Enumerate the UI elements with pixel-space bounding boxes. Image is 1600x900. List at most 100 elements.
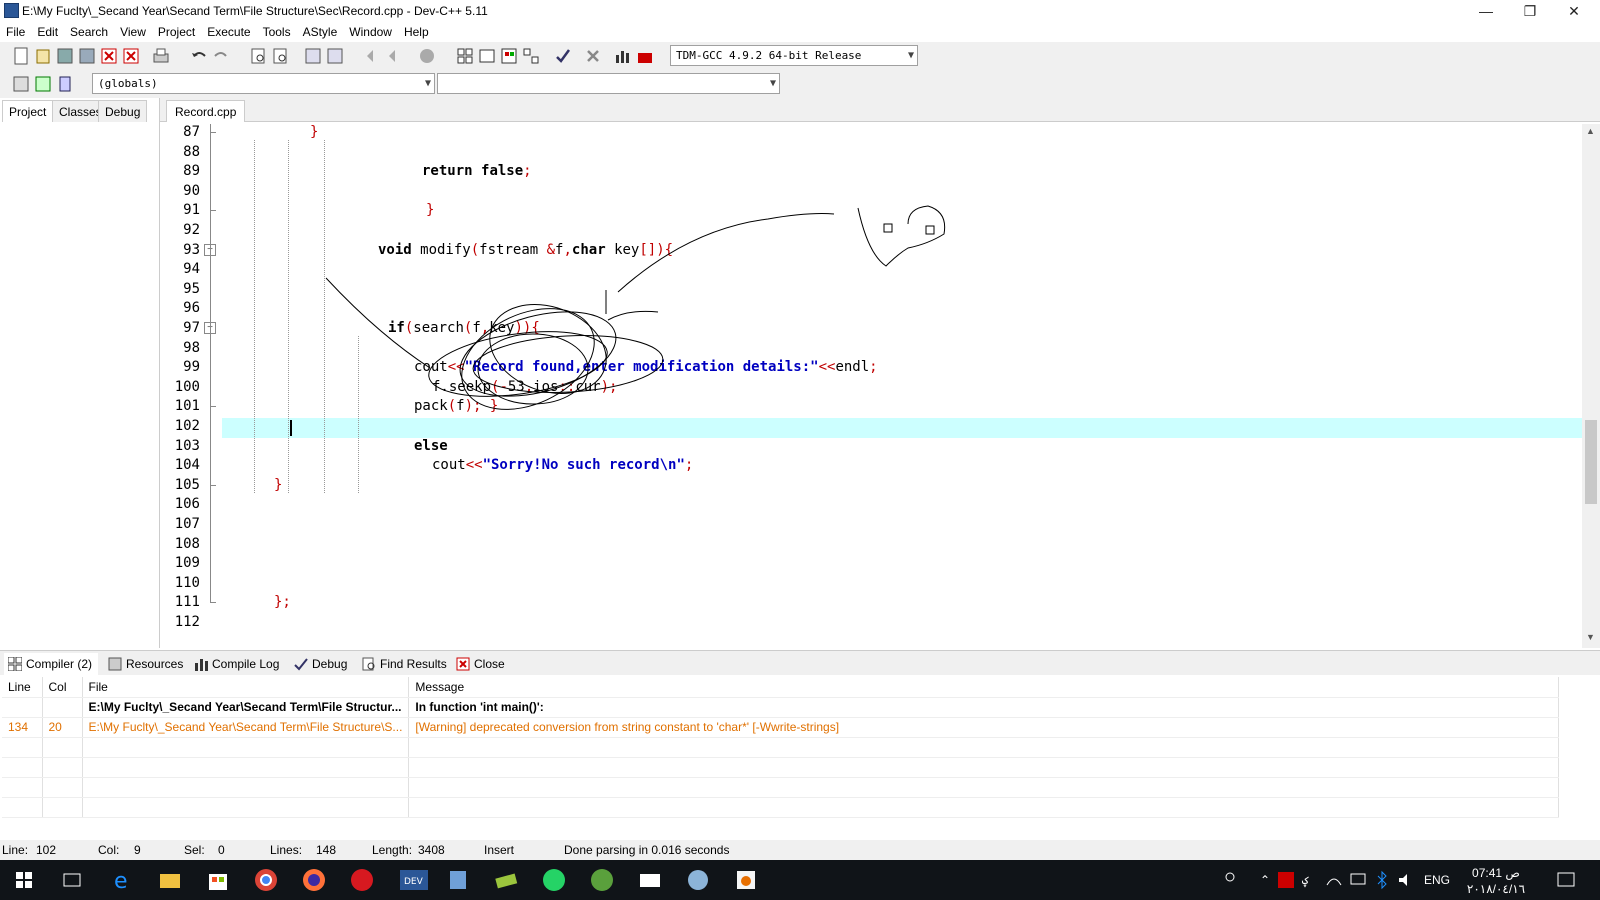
goto-declaration-icon[interactable] (56, 75, 74, 93)
devcpp-taskbar-icon[interactable]: DEV (396, 866, 436, 894)
open-file-icon[interactable] (34, 47, 52, 65)
close-file-icon[interactable] (100, 47, 118, 65)
whatsapp-icon[interactable] (540, 866, 568, 894)
tray-volume-icon[interactable] (1396, 870, 1416, 890)
notifications-icon[interactable] (1552, 866, 1580, 894)
new-file-icon[interactable] (12, 47, 30, 65)
goto-bookmark-icon[interactable] (386, 47, 404, 65)
cell-line: 134 (2, 717, 43, 738)
save-icon[interactable] (56, 47, 74, 65)
menu-help[interactable]: Help (398, 22, 435, 42)
tray-wifi-icon[interactable] (1324, 870, 1344, 890)
save-all-icon[interactable] (78, 47, 96, 65)
close-all-icon[interactable] (122, 47, 140, 65)
tab-find-results[interactable]: Find Results (358, 653, 447, 675)
col-file-header[interactable]: File (82, 677, 410, 698)
scroll-up-icon[interactable]: ▲ (1586, 126, 1595, 136)
tray-language[interactable]: ENG (1424, 860, 1450, 900)
firefox-icon[interactable] (300, 866, 328, 894)
table-row[interactable]: 134 20 E:\My Fuclty\_Secand Year\Secand … (2, 717, 1560, 738)
menu-execute[interactable]: Execute (201, 22, 256, 42)
tray-antivirus-icon[interactable] (1276, 870, 1296, 890)
indent-icon[interactable] (304, 47, 322, 65)
tray-ime-icon[interactable]: ؼ (1300, 870, 1320, 890)
people-icon[interactable] (1216, 866, 1244, 894)
android-app-icon[interactable] (588, 866, 616, 894)
window-title: E:\My Fuclty\_Secand Year\Secand Term\Fi… (22, 4, 488, 18)
profile-chart-icon[interactable] (614, 47, 632, 65)
tab-debug-output[interactable]: Debug (290, 653, 347, 675)
scroll-down-icon[interactable]: ▼ (1586, 632, 1595, 642)
status-length: 3408 (418, 843, 445, 857)
java-icon[interactable] (732, 866, 760, 894)
close-window-button[interactable]: ✕ (1552, 0, 1596, 22)
chrome-icon[interactable] (252, 866, 280, 894)
tab-compiler-label: Compiler (2) (26, 657, 93, 671)
insert-icon[interactable] (12, 75, 30, 93)
menu-project[interactable]: Project (152, 22, 201, 42)
find-icon[interactable] (250, 47, 268, 65)
task-view-icon[interactable] (58, 866, 86, 894)
tab-record-cpp[interactable]: Record.cpp (166, 100, 246, 122)
syntax-check-icon[interactable] (554, 47, 572, 65)
windows-start-icon[interactable] (10, 866, 38, 894)
minimize-button[interactable]: — (1464, 0, 1508, 22)
compiler-select[interactable]: TDM-GCC 4.9.2 64-bit Release ▼ (670, 45, 918, 66)
menu-tools[interactable]: Tools (257, 22, 297, 42)
col-message-header[interactable]: Message (408, 677, 1560, 698)
tab-resources[interactable]: Resources (104, 653, 183, 675)
col-line-header[interactable]: Line (2, 677, 43, 698)
member-select[interactable]: ▼ (437, 73, 780, 94)
stop-icon[interactable] (418, 47, 436, 65)
menu-window[interactable]: Window (343, 22, 398, 42)
scrollbar-thumb[interactable] (1585, 420, 1597, 504)
goto-definition-icon[interactable] (34, 75, 52, 93)
file-explorer-icon[interactable] (156, 866, 184, 894)
tab-debug[interactable]: Debug (98, 100, 148, 122)
tab-project[interactable]: Project (2, 100, 54, 122)
compile-icon[interactable] (456, 47, 474, 65)
toggle-bookmark-icon[interactable] (364, 47, 382, 65)
table-row[interactable]: E:\My Fuclty\_Secand Year\Secand Term\Fi… (2, 697, 1560, 718)
tray-network-icon[interactable] (1348, 870, 1368, 890)
col-col-header[interactable]: Col (42, 677, 83, 698)
replace-icon[interactable] (272, 47, 290, 65)
layers-app-icon[interactable] (492, 866, 520, 894)
menu-edit[interactable]: Edit (31, 22, 64, 42)
edge-browser-icon[interactable]: e (108, 866, 136, 894)
devcpp-app-icon[interactable] (4, 3, 19, 18)
redo-icon[interactable] (212, 47, 230, 65)
compile-run-icon[interactable] (500, 47, 518, 65)
tab-compiler[interactable]: Compiler (2) (4, 653, 99, 675)
menu-view[interactable]: View (114, 22, 152, 42)
status-line-label: Line: (2, 843, 29, 857)
svg-text:ؼ: ؼ (1302, 874, 1309, 888)
restore-button[interactable]: ❐ (1508, 0, 1552, 22)
media-app-icon[interactable] (348, 866, 376, 894)
unindent-icon[interactable] (326, 47, 344, 65)
paint-icon[interactable] (684, 866, 712, 894)
rebuild-all-icon[interactable] (522, 47, 540, 65)
tray-clock[interactable]: 07:41 ص ٢٠١٨/٠٤/١٦ (1466, 865, 1526, 897)
scope-select[interactable]: (globals) ▼ (92, 73, 435, 94)
tray-bluetooth-icon[interactable] (1372, 870, 1392, 890)
menu-search[interactable]: Search (64, 22, 114, 42)
messages-panel: Compiler (2) Resources Compile Log Debug… (0, 650, 1600, 840)
code-editor[interactable]: 87888990919293−94959697−9899100101102103… (168, 124, 1582, 648)
undo-icon[interactable] (190, 47, 208, 65)
tab-close[interactable]: Close (452, 653, 505, 675)
print-icon[interactable] (152, 47, 170, 65)
run-icon[interactable] (478, 47, 496, 65)
store-icon[interactable] (204, 866, 232, 894)
menu-file[interactable]: File (0, 22, 31, 42)
editor-scrollbar[interactable]: ▲ ▼ (1582, 124, 1600, 648)
tab-compile-log[interactable]: Compile Log (190, 653, 279, 675)
tray-chevron-up-icon[interactable]: ⌃ (1260, 860, 1270, 900)
virtualbox-icon[interactable] (444, 866, 472, 894)
delete-icon[interactable] (584, 47, 602, 65)
menu-astyle[interactable]: AStyle (297, 22, 344, 42)
find-icon (362, 657, 375, 671)
delete-profile-icon[interactable] (636, 47, 654, 65)
windows-taskbar: e DEV ⌃ ؼ ENG 07:41 ص ٢٠١٨/٠٤/١٦ (0, 860, 1600, 900)
mail-icon[interactable] (636, 866, 664, 894)
